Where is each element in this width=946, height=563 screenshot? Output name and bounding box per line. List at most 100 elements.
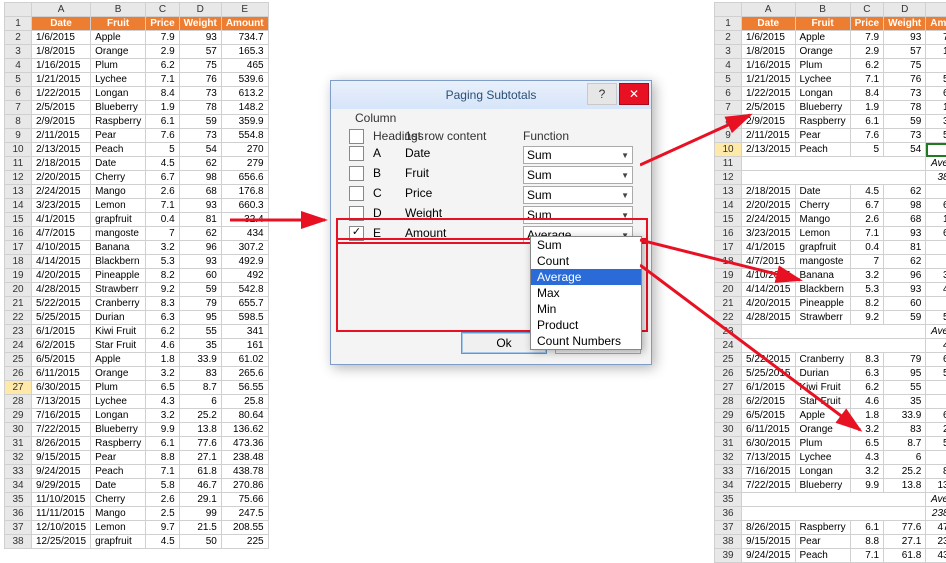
row-header[interactable]: 38 bbox=[5, 535, 32, 549]
row-header[interactable]: 17 bbox=[5, 241, 32, 255]
col-header[interactable] bbox=[715, 3, 742, 17]
cell[interactable]: 7/16/2015 bbox=[32, 409, 91, 423]
cell[interactable]: Star Fruit bbox=[91, 339, 146, 353]
cell[interactable]: 50 bbox=[179, 535, 221, 549]
cell[interactable]: 9/15/2015 bbox=[742, 535, 796, 549]
column-checkbox[interactable] bbox=[349, 186, 364, 201]
row-header[interactable]: 12 bbox=[5, 171, 32, 185]
cell[interactable]: 93 bbox=[179, 199, 221, 213]
cell[interactable]: 73 bbox=[179, 87, 221, 101]
row-header[interactable]: 20 bbox=[715, 283, 742, 297]
cell[interactable]: 1/16/2015 bbox=[32, 59, 91, 73]
cell[interactable]: 2.9 bbox=[850, 45, 883, 59]
cell[interactable]: 4.5 bbox=[146, 157, 179, 171]
cell[interactable]: Apple bbox=[91, 353, 146, 367]
cell[interactable]: 27.1 bbox=[884, 535, 926, 549]
cell[interactable]: Mango bbox=[91, 185, 146, 199]
cell[interactable]: 25.8 bbox=[926, 451, 946, 465]
column-checkbox[interactable] bbox=[349, 226, 364, 241]
cell[interactable]: Durian bbox=[795, 367, 850, 381]
cell[interactable]: 279 bbox=[221, 157, 268, 171]
cell[interactable]: 438.78 bbox=[926, 549, 946, 563]
cell[interactable]: 7/22/2015 bbox=[742, 479, 796, 493]
cell[interactable]: 54 bbox=[884, 143, 926, 157]
cell[interactable]: 6/11/2015 bbox=[32, 367, 91, 381]
cell[interactable]: 438.78 bbox=[221, 465, 268, 479]
dropdown-item[interactable]: Product bbox=[531, 317, 641, 333]
cell[interactable]: Cherry bbox=[91, 171, 146, 185]
cell[interactable]: 12/10/2015 bbox=[32, 521, 91, 535]
right-spreadsheet[interactable]: ABCDE1DateFruitPriceWeightAmount21/6/201… bbox=[714, 2, 946, 563]
cell[interactable]: Lemon bbox=[91, 199, 146, 213]
dropdown-item[interactable]: Average bbox=[531, 269, 641, 285]
cell[interactable]: 6/2/2015 bbox=[742, 395, 796, 409]
row-header[interactable]: 28 bbox=[5, 395, 32, 409]
cell[interactable]: 3.2 bbox=[850, 269, 883, 283]
cell[interactable]: 341 bbox=[926, 381, 946, 395]
cell[interactable]: 93 bbox=[884, 283, 926, 297]
cell[interactable]: 473.36 bbox=[221, 437, 268, 451]
cell[interactable]: 96 bbox=[179, 241, 221, 255]
cell[interactable]: 0.4 bbox=[146, 213, 179, 227]
cell[interactable]: Longan bbox=[91, 409, 146, 423]
cell[interactable]: Blackbern bbox=[91, 255, 146, 269]
row-header[interactable]: 24 bbox=[715, 339, 742, 353]
cell[interactable]: grapfruit bbox=[795, 241, 850, 255]
row-header[interactable]: 32 bbox=[715, 451, 742, 465]
row-header[interactable]: 23 bbox=[715, 325, 742, 339]
row-header[interactable]: 3 bbox=[5, 45, 32, 59]
cell[interactable]: 77.6 bbox=[884, 521, 926, 535]
cell[interactable]: 4.6 bbox=[850, 395, 883, 409]
cell[interactable]: 27.1 bbox=[179, 451, 221, 465]
cell[interactable]: 99 bbox=[179, 507, 221, 521]
row-header[interactable]: 29 bbox=[5, 409, 32, 423]
cell[interactable]: 59 bbox=[179, 115, 221, 129]
row-header[interactable]: 31 bbox=[715, 437, 742, 451]
cell[interactable]: Lemon bbox=[91, 521, 146, 535]
cell[interactable]: 247.5 bbox=[221, 507, 268, 521]
cell[interactable]: 492.9 bbox=[926, 283, 946, 297]
cell[interactable]: 176.8 bbox=[926, 213, 946, 227]
cell[interactable]: 62 bbox=[884, 185, 926, 199]
row-header[interactable]: 19 bbox=[5, 269, 32, 283]
row-header[interactable]: 8 bbox=[5, 115, 32, 129]
row-header[interactable]: 24 bbox=[5, 339, 32, 353]
row-header[interactable]: 21 bbox=[715, 297, 742, 311]
cell[interactable]: 307.2 bbox=[221, 241, 268, 255]
cell[interactable]: 359.9 bbox=[221, 115, 268, 129]
cell[interactable]: 7 bbox=[146, 227, 179, 241]
row-header[interactable]: 36 bbox=[715, 507, 742, 521]
cell[interactable]: 61.02 bbox=[221, 353, 268, 367]
row-header[interactable]: 27 bbox=[715, 381, 742, 395]
cell[interactable]: 6.1 bbox=[146, 115, 179, 129]
cell[interactable]: 73 bbox=[179, 129, 221, 143]
cell[interactable]: 7/22/2015 bbox=[32, 423, 91, 437]
row-header[interactable]: 32 bbox=[5, 451, 32, 465]
cell[interactable]: 6/30/2015 bbox=[32, 381, 91, 395]
cell[interactable]: Date bbox=[91, 479, 146, 493]
cell[interactable]: Pineapple bbox=[91, 269, 146, 283]
row-header[interactable]: 39 bbox=[715, 549, 742, 563]
cell[interactable]: Cranberry bbox=[795, 353, 850, 367]
cell[interactable]: 62 bbox=[884, 255, 926, 269]
cell[interactable]: 598.5 bbox=[926, 367, 946, 381]
cell[interactable]: Blueberry bbox=[91, 423, 146, 437]
cell[interactable]: 9.7 bbox=[146, 521, 179, 535]
cell[interactable]: 465 bbox=[221, 59, 268, 73]
row-header[interactable]: 28 bbox=[715, 395, 742, 409]
left-spreadsheet[interactable]: ABCDE1DateFruitPriceWeightAmount21/6/201… bbox=[4, 2, 269, 549]
row-header[interactable]: 4 bbox=[715, 59, 742, 73]
cell[interactable]: 1/22/2015 bbox=[742, 87, 796, 101]
cell[interactable]: 62 bbox=[179, 157, 221, 171]
cell[interactable]: 6 bbox=[179, 395, 221, 409]
cell[interactable]: 3.2 bbox=[850, 423, 883, 437]
cell[interactable]: 13.8 bbox=[179, 423, 221, 437]
cell[interactable]: 56.55 bbox=[926, 437, 946, 451]
cell[interactable]: 56.55 bbox=[221, 381, 268, 395]
cell[interactable]: 7.9 bbox=[850, 31, 883, 45]
cell[interactable]: 98 bbox=[884, 199, 926, 213]
cell[interactable]: Strawberr bbox=[91, 283, 146, 297]
cell[interactable]: 2/20/2015 bbox=[32, 171, 91, 185]
cell[interactable]: Longan bbox=[795, 87, 850, 101]
cell[interactable]: Apple bbox=[795, 31, 850, 45]
